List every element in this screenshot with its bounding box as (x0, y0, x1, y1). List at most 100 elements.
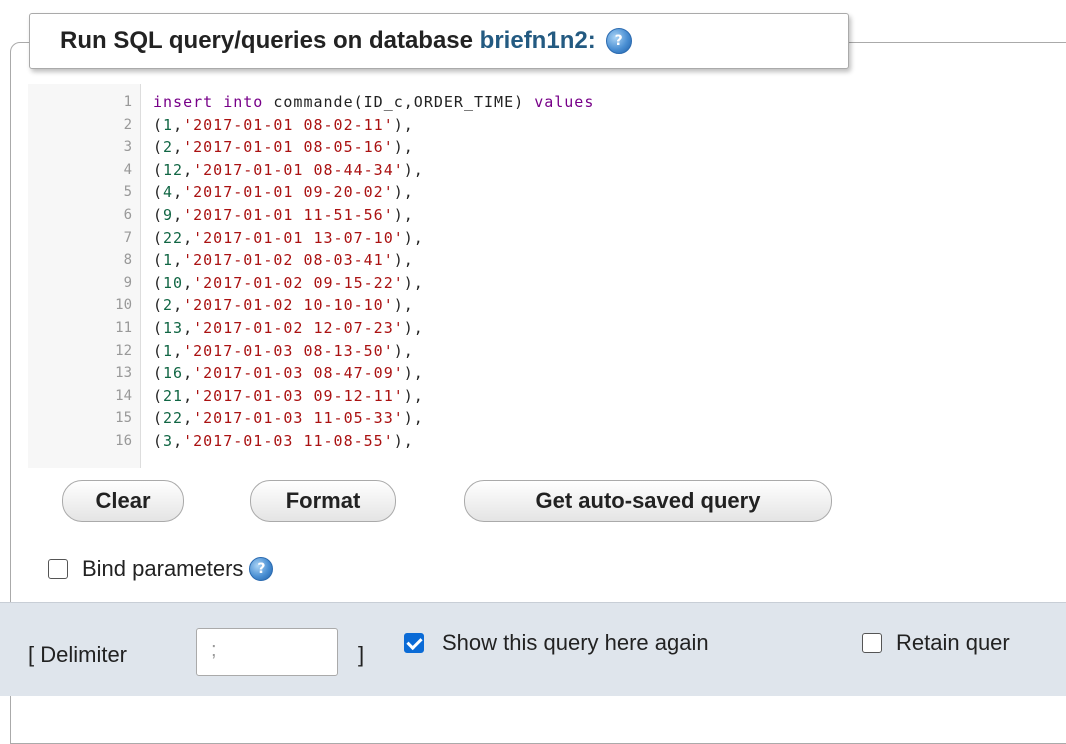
code-token: '2017-01-03 11-05-33' (193, 409, 404, 428)
code-text: (9,'2017-01-01 11-51-56'), (153, 205, 414, 225)
line-number: 1 (123, 94, 132, 110)
code-token: 1 (163, 341, 174, 360)
code-token: , (173, 432, 184, 450)
code-token: ), (393, 341, 414, 360)
code-token: 4 (163, 183, 174, 202)
clear-button[interactable]: Clear (62, 480, 184, 522)
code-token: ( (153, 115, 164, 134)
code-token: values (534, 93, 595, 111)
code-token: ), (403, 386, 424, 405)
code-text: (22,'2017-01-01 13-07-10'), (153, 228, 424, 248)
line-number: 12 (115, 342, 132, 359)
line-number: 13 (115, 365, 132, 382)
delimiter-close-bracket: ] (358, 642, 365, 667)
code-token: ), (393, 206, 414, 224)
code-token: ), (393, 432, 414, 450)
code-text: (22,'2017-01-03 11-05-33'), (153, 408, 424, 428)
code-text: insert into commande(ID_c,ORDER_TIME) va… (153, 92, 594, 112)
delimiter-input[interactable]: ; (196, 628, 338, 676)
code-text: (16,'2017-01-03 08-47-09'), (153, 363, 424, 383)
code-token: ), (393, 183, 414, 202)
code-token: ( (153, 251, 164, 270)
line-number: 8 (123, 252, 132, 269)
line-number: 16 (115, 433, 132, 449)
code-token: commande(ID_c,ORDER_TIME) (273, 93, 535, 111)
line-number: 5 (123, 184, 132, 201)
code-token: '2017-01-01 08-02-11' (183, 115, 394, 134)
code-token: '2017-01-02 09-15-22' (193, 273, 404, 292)
code-text: (13,'2017-01-02 12-07-23'), (153, 318, 424, 338)
code-token: 2 (163, 138, 174, 157)
code-token: ), (403, 364, 424, 383)
code-token: 3 (163, 432, 174, 450)
code-text: (2,'2017-01-02 10-10-10'), (153, 295, 414, 315)
help-icon[interactable] (605, 28, 632, 54)
bind-parameters-label: Bind parameters (82, 556, 244, 581)
code-token: '2017-01-02 08-03-41' (183, 251, 394, 270)
code-token: ( (153, 409, 164, 428)
code-token: ( (153, 206, 164, 224)
code-token: , (173, 115, 184, 134)
code-token: ( (153, 183, 164, 202)
code-text: (12,'2017-01-01 08-44-34'), (153, 160, 424, 180)
line-number: 9 (123, 274, 132, 291)
code-token: , (173, 251, 184, 270)
show-query-again-checkbox[interactable] (404, 633, 424, 653)
code-token: , (173, 183, 184, 202)
line-number: 4 (123, 161, 132, 178)
code-token: '2017-01-01 13-07-10' (193, 228, 404, 247)
code-token: ( (153, 364, 164, 383)
format-button[interactable]: Format (250, 480, 396, 522)
code-token: ( (153, 138, 164, 157)
code-token: , (173, 296, 184, 315)
legend-title: Run SQL query/queries on database briefn… (60, 27, 596, 55)
code-text: (1,'2017-01-02 08-03-41'), (153, 250, 414, 270)
code-text: (1,'2017-01-03 08-13-50'), (153, 341, 414, 361)
code-token: 12 (163, 160, 184, 179)
code-text: (1,'2017-01-01 08-02-11'), (153, 115, 414, 135)
code-token: , (183, 273, 194, 292)
code-token: 22 (163, 228, 184, 247)
get-auto-saved-query-button[interactable]: Get auto-saved query (464, 480, 832, 522)
code-token: ), (403, 319, 424, 337)
bind-parameters-help-icon[interactable] (249, 557, 274, 581)
bind-parameters-checkbox[interactable] (48, 559, 68, 579)
line-number: 11 (115, 320, 132, 336)
code-token: '2017-01-01 08-05-16' (183, 138, 394, 157)
line-number: 10 (115, 297, 132, 314)
code-token: ( (153, 273, 164, 292)
code-token: ( (153, 296, 164, 315)
code-token: 13 (163, 319, 184, 337)
code-token: ( (153, 386, 164, 405)
code-token: ( (153, 160, 164, 179)
code-token: '2017-01-01 11-51-56' (183, 206, 394, 224)
code-token: , (183, 364, 194, 383)
legend-title-prefix: Run SQL query/queries on database (60, 27, 480, 54)
code-token: 22 (163, 409, 184, 428)
code-token: ), (393, 251, 414, 270)
code-token: ), (403, 273, 424, 292)
database-name[interactable]: briefn1n2: (480, 27, 596, 54)
code-token: '2017-01-01 08-44-34' (193, 160, 404, 179)
code-token: '2017-01-03 08-13-50' (183, 341, 394, 360)
code-token: 1 (163, 251, 174, 270)
line-number: 14 (115, 387, 132, 404)
sql-code-editor[interactable]: 1 insert into commande(ID_c,ORDER_TIME) v… (28, 84, 1066, 468)
line-number: 7 (123, 229, 132, 246)
line-number: 15 (115, 410, 132, 427)
code-token: ( (153, 432, 164, 450)
query-box-legend: Run SQL query/queries on database briefn… (29, 13, 849, 69)
code-token: '2017-01-02 12-07-23' (193, 319, 404, 337)
retain-query-label: Retain quer (896, 630, 1010, 655)
line-number: 2 (123, 116, 132, 133)
code-text: (10,'2017-01-02 09-15-22'), (153, 273, 424, 293)
code-text: (3,'2017-01-03 11-08-55'), (153, 431, 414, 451)
code-token: ( (153, 228, 164, 247)
show-query-again-row: Show this query here again (404, 630, 709, 656)
code-text: (2,'2017-01-01 08-05-16'), (153, 137, 414, 157)
retain-query-row: Retain quer (862, 630, 1010, 656)
code-token: ), (403, 160, 424, 179)
retain-query-checkbox[interactable] (862, 633, 882, 653)
code-token: ( (153, 341, 164, 360)
code-token: ), (403, 409, 424, 428)
